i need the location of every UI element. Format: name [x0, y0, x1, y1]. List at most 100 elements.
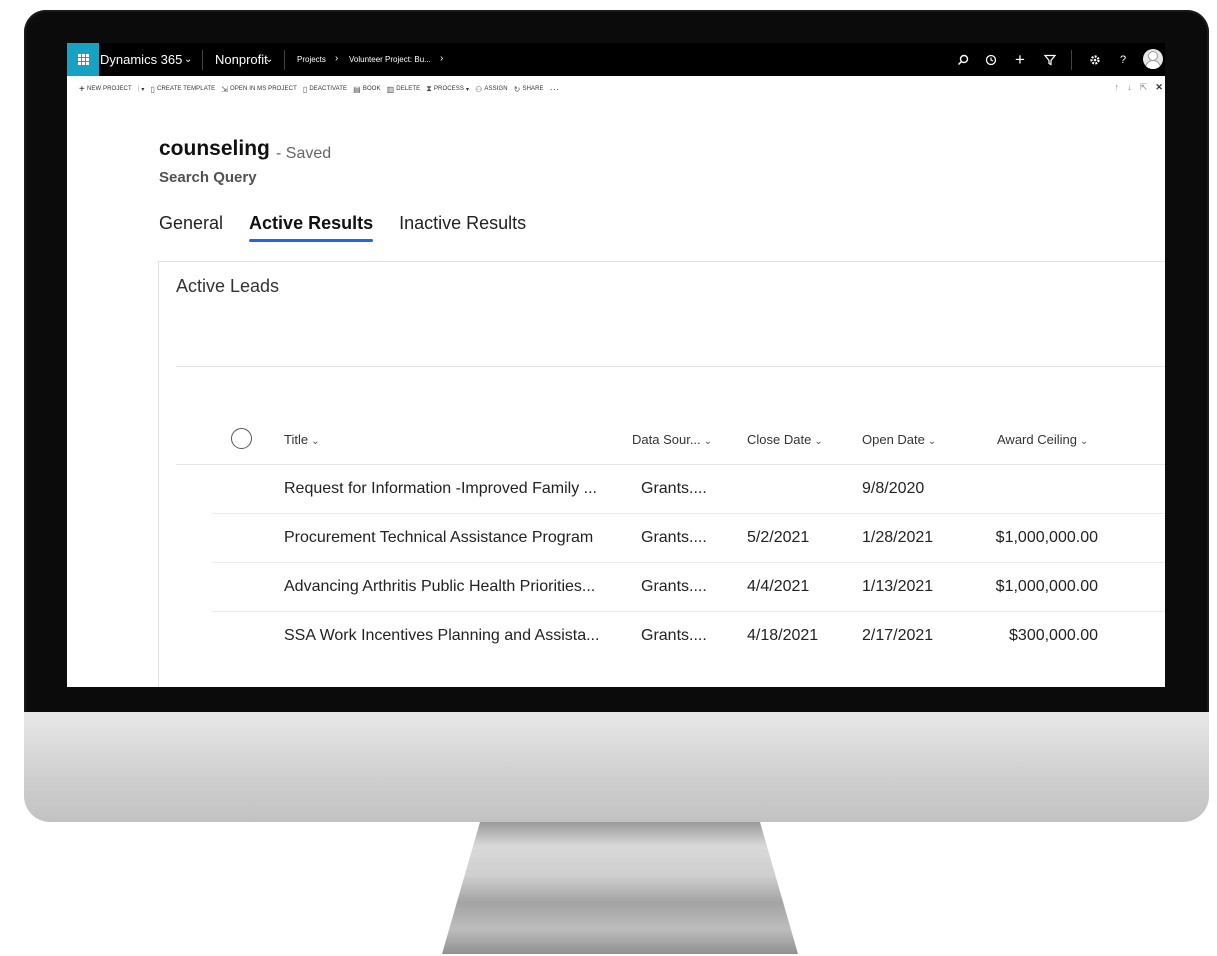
create-template-label: CREATE TEMPLATE: [157, 86, 216, 92]
cell-title[interactable]: Procurement Technical Assistance Program: [284, 529, 593, 547]
tab-general[interactable]: General: [159, 213, 223, 242]
command-bar: + NEW PROJECT | ▾ ▯ CREATE TEMPLATE ⇲ OP…: [67, 76, 1165, 102]
cell-data-source: Grants....: [641, 627, 707, 644]
cell-open-date: 9/8/2020: [862, 480, 925, 497]
create-template-button[interactable]: ▯ CREATE TEMPLATE: [151, 85, 216, 94]
column-data-source-label: Data Sour...: [632, 432, 701, 447]
cell-open-date: 1/13/2021: [862, 578, 934, 595]
chevron-down-icon: ⌄: [1079, 436, 1089, 447]
cell-data-source: Grants....: [641, 480, 707, 497]
cell-award-ceiling: $1,000,000.00: [995, 529, 1098, 546]
deactivate-icon: ▯: [302, 84, 308, 94]
process-button[interactable]: ⧗ PROCESS ▾: [426, 84, 469, 94]
top-nav-bar: Dynamics 365 ⌄ Nonprofit ⌄ Projects › Vo…: [67, 43, 1165, 76]
column-data-source[interactable]: Data Sour... ⌄: [632, 432, 712, 447]
column-close-date-label: Close Date: [747, 432, 812, 447]
open-file-icon: ⇲: [221, 84, 229, 94]
deactivate-button[interactable]: ▯ DEACTIVATE: [303, 85, 347, 94]
area-name[interactable]: Nonprofit: [215, 52, 268, 67]
chevron-down-icon: ⌄: [927, 436, 937, 447]
chevron-down-icon[interactable]: ⌄: [184, 54, 192, 65]
breadcrumb-separator-icon: ›: [440, 53, 444, 64]
tab-inactive-results[interactable]: Inactive Results: [399, 213, 526, 242]
close-icon[interactable]: ✕: [1155, 82, 1163, 93]
filter-icon[interactable]: [1040, 50, 1060, 70]
deactivate-label: DEACTIVATE: [309, 86, 348, 92]
arrow-up-icon[interactable]: ↑: [1114, 82, 1119, 93]
cell-close-date: 4/4/2021: [747, 578, 810, 595]
more-commands-icon[interactable]: ···: [550, 84, 559, 94]
plus-icon[interactable]: +: [1010, 50, 1030, 70]
share-icon: ↻: [513, 84, 521, 94]
nav-divider: [1071, 50, 1072, 70]
screen: Dynamics 365 ⌄ Nonprofit ⌄ Projects › Vo…: [67, 43, 1165, 687]
breadcrumb-record[interactable]: Volunteer Project: Bu...: [349, 55, 431, 64]
book-icon: ▤: [353, 84, 361, 94]
trash-icon: ▥: [386, 84, 395, 94]
app-name[interactable]: Dynamics 365: [100, 52, 182, 67]
monitor-stand: [442, 822, 798, 954]
assign-button[interactable]: ⚇ ASSIGN: [475, 85, 508, 94]
column-award-ceiling[interactable]: Award Ceiling ⌄: [997, 432, 1088, 447]
gear-icon[interactable]: [1085, 50, 1105, 70]
column-award-ceiling-label: Award Ceiling: [997, 432, 1077, 447]
chevron-down-icon[interactable]: ▾: [141, 86, 144, 93]
chevron-down-icon[interactable]: ⌄: [265, 54, 273, 65]
section-title: Active Leads: [176, 276, 280, 296]
new-project-label: NEW PROJECT: [86, 86, 132, 92]
cell-close-date: 4/18/2021: [747, 627, 819, 644]
chevron-down-icon: ⌄: [311, 436, 320, 447]
cell-title[interactable]: Request for Information -Improved Family…: [284, 480, 597, 498]
entity-name: Search Query: [159, 169, 257, 186]
breadcrumb-separator-icon: ›: [335, 53, 339, 64]
recent-icon[interactable]: [981, 50, 1001, 70]
table-row[interactable]: SSA Work Incentives Planning and Assista…: [212, 612, 1165, 660]
open-in-ms-project-button[interactable]: ⇲ OPEN IN MS PROJECT: [221, 85, 297, 94]
app-launcher-icon[interactable]: [67, 43, 99, 76]
record-navigation: ↑ ↓ ⇱ ✕: [1114, 82, 1163, 93]
select-all-checkbox[interactable]: [231, 428, 252, 449]
delete-button[interactable]: ▥ DELETE: [387, 85, 421, 94]
plus-icon: +: [79, 83, 85, 95]
table-row[interactable]: Request for Information -Improved Family…: [212, 465, 1165, 514]
tab-active-results[interactable]: Active Results: [249, 213, 374, 242]
process-label: PROCESS: [433, 86, 464, 92]
monitor-chin: [24, 712, 1209, 822]
assign-label: ASSIGN: [484, 86, 508, 92]
help-icon[interactable]: ?: [1113, 50, 1133, 70]
avatar[interactable]: [1143, 49, 1163, 69]
chevron-down-icon: ⌄: [814, 436, 823, 447]
new-project-button[interactable]: + NEW PROJECT | ▾: [79, 84, 145, 95]
assign-icon: ⚇: [475, 84, 483, 94]
section-divider: [176, 366, 1165, 367]
cell-title[interactable]: SSA Work Incentives Planning and Assista…: [284, 627, 599, 645]
share-button[interactable]: ↻ SHARE: [514, 85, 544, 94]
book-button[interactable]: ▤ BOOK: [353, 85, 380, 94]
cell-data-source: Grants....: [641, 529, 707, 546]
breadcrumb-projects[interactable]: Projects: [297, 55, 326, 64]
nav-divider: [284, 50, 285, 70]
cell-data-source: Grants....: [641, 578, 707, 595]
table-row[interactable]: Procurement Technical Assistance Program…: [212, 514, 1165, 563]
grid-header: Title ⌄ Data Sour... ⌄ Close Date ⌄ Open Da…: [176, 420, 1165, 465]
share-label: SHARE: [522, 86, 544, 92]
book-label: BOOK: [362, 86, 381, 92]
column-title[interactable]: Title ⌄: [284, 432, 319, 447]
search-icon[interactable]: [953, 50, 973, 70]
record-title: counseling: [159, 137, 270, 160]
arrow-down-icon[interactable]: ↓: [1127, 82, 1132, 93]
save-status: - Saved: [276, 145, 332, 162]
column-close-date[interactable]: Close Date ⌄: [747, 432, 823, 447]
split-divider: |: [137, 86, 140, 92]
cell-title[interactable]: Advancing Arthritis Public Health Priori…: [284, 578, 595, 596]
cell-award-ceiling: $1,000,000.00: [995, 578, 1098, 595]
delete-label: DELETE: [396, 86, 421, 92]
pop-out-icon[interactable]: ⇱: [1140, 82, 1148, 93]
process-icon: ⧗: [426, 84, 432, 93]
column-title-label: Title: [284, 432, 309, 447]
cell-award-ceiling: $300,000.00: [1009, 627, 1098, 644]
form-tabs: General Active Results Inactive Results: [159, 213, 526, 242]
column-open-date[interactable]: Open Date ⌄: [862, 432, 936, 447]
table-row[interactable]: Advancing Arthritis Public Health Priori…: [212, 563, 1165, 612]
document-icon: ▯: [150, 84, 156, 94]
